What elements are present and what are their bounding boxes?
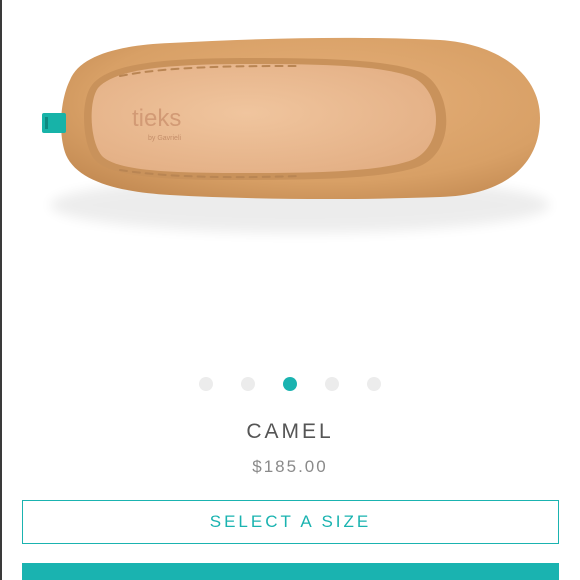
carousel-dot-1[interactable] <box>199 377 213 391</box>
product-name: CAMEL <box>246 420 334 443</box>
product-image: tieks by Gavrieli <box>42 37 550 233</box>
carousel-dot-2[interactable] <box>241 377 255 391</box>
carousel-dots <box>0 377 580 391</box>
carousel-dot-3-active[interactable] <box>283 377 297 391</box>
carousel-dot-5[interactable] <box>367 377 381 391</box>
brand-logo: tieks <box>132 105 181 132</box>
carousel-dot-4[interactable] <box>325 377 339 391</box>
brand-logo-sub: by Gavrieli <box>148 135 182 142</box>
add-to-bag-button[interactable] <box>22 563 559 580</box>
select-size-button[interactable]: SELECT A SIZE <box>22 500 559 544</box>
product-price: $185.00 <box>252 457 328 476</box>
